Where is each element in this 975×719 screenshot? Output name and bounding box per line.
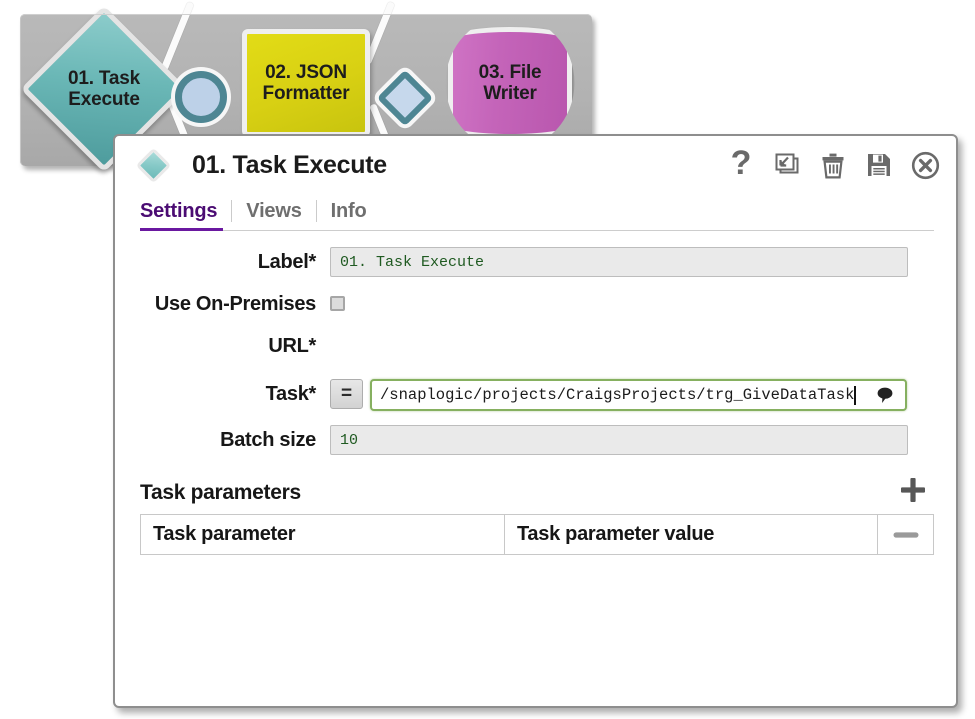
task-parameters-title: Task parameters [140, 481, 301, 504]
restore-icon[interactable] [772, 149, 802, 181]
pipeline-node-label: 03. File Writer [478, 61, 542, 104]
circle-shape-icon [175, 71, 227, 123]
pipeline-node-connector-2[interactable] [376, 69, 434, 127]
pipeline-node-file-writer[interactable]: 03. File Writer [448, 27, 572, 139]
dialog-title: 01. Task Execute [192, 150, 387, 179]
snap-settings-dialog[interactable]: 01. Task Execute ? Settings Views Info L… [113, 134, 958, 708]
batch-size-label: Batch size [220, 429, 316, 451]
field-row-task: Task* = /snaplogic/projects/CraigsProjec… [140, 379, 934, 411]
pipeline-node-label: 01. Task Execute [68, 67, 140, 110]
task-parameters-table: Task parameter Task parameter value [140, 514, 934, 555]
use-on-premises-checkbox[interactable] [330, 296, 345, 311]
table-header-task-parameter: Task parameter [141, 515, 505, 554]
diamond-snap-icon [135, 147, 172, 183]
link-line-1 [160, 1, 195, 71]
use-on-premises-label: Use On-Premises [154, 293, 316, 315]
settings-form: Label* 01. Task Execute Use On-Premises … [115, 231, 956, 455]
help-icon[interactable]: ? [726, 146, 756, 183]
text-caret [854, 385, 856, 405]
task-input-value: /snaplogic/projects/CraigsProjects/trg_G… [380, 386, 855, 404]
pipeline-node-json-formatter[interactable]: 02. JSON Formatter [242, 29, 370, 137]
pipeline-node-task-execute[interactable]: 01. Task Execute [20, 5, 188, 173]
balloon-icon[interactable] [875, 386, 899, 404]
batch-size-input[interactable]: 10 [330, 425, 908, 455]
tab-views[interactable]: Views [232, 200, 315, 230]
field-row-url: URL* [140, 331, 934, 361]
tab-settings[interactable]: Settings [140, 200, 231, 231]
close-icon[interactable] [910, 149, 940, 181]
batch-size-input-value: 10 [340, 431, 359, 449]
task-field-label: Task* [265, 383, 317, 405]
small-diamond-shape-icon [376, 69, 434, 127]
add-parameter-button[interactable] [898, 475, 928, 505]
dialog-tabs: Settings Views Info [140, 196, 934, 231]
dialog-titlebar: 01. Task Execute ? [115, 136, 956, 194]
delete-icon[interactable] [818, 149, 848, 181]
table-header-task-parameter-value: Task parameter value [505, 515, 878, 554]
label-input[interactable]: 01. Task Execute [330, 247, 908, 277]
label-field-label: Label* [257, 251, 317, 273]
field-row-label: Label* 01. Task Execute [140, 247, 934, 277]
label-input-value: 01. Task Execute [340, 253, 485, 271]
pipeline-node-label: 02. JSON Formatter [262, 61, 350, 104]
pipeline-node-connector-1[interactable] [175, 71, 227, 123]
titlebar-actions: ? [726, 146, 940, 183]
save-icon[interactable] [864, 149, 894, 181]
field-row-use-on-premises: Use On-Premises [140, 289, 934, 319]
task-expression-toggle-button[interactable]: = [330, 379, 363, 409]
tab-info[interactable]: Info [317, 200, 381, 230]
url-field-label: URL* [268, 335, 316, 357]
remove-parameter-button[interactable] [878, 515, 933, 554]
task-input[interactable]: /snaplogic/projects/CraigsProjects/trg_G… [370, 379, 907, 411]
task-parameters-section: Task parameters Task parameter Task para… [115, 467, 956, 555]
field-row-batch-size: Batch size 10 [140, 425, 934, 455]
